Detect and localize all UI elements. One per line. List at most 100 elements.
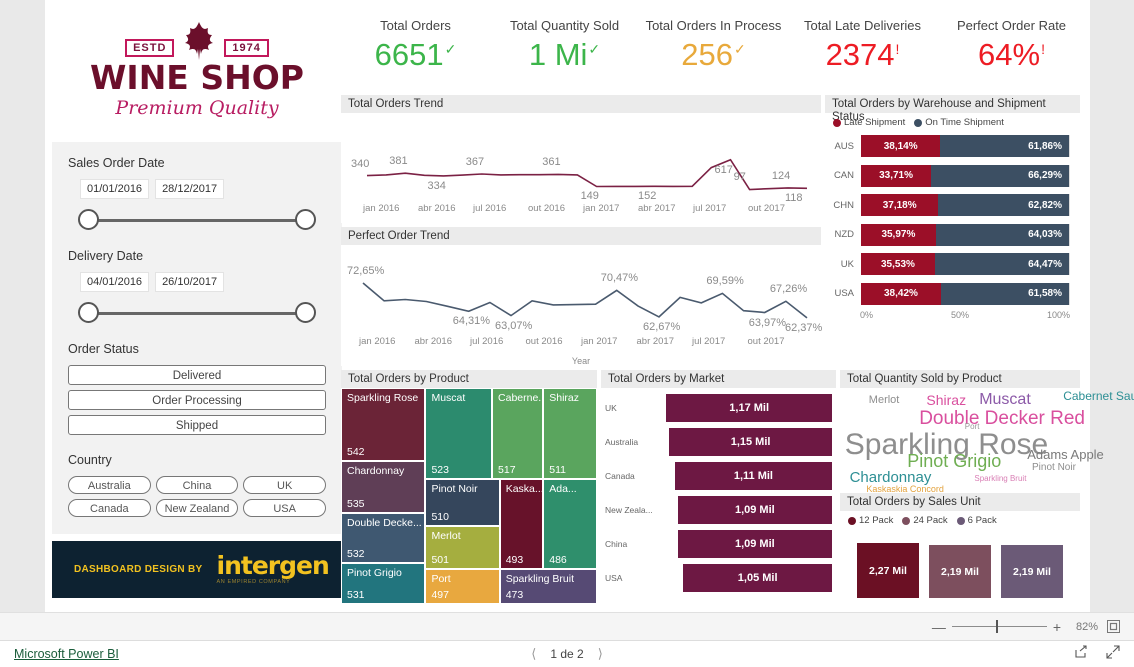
order-status-option-shipped[interactable]: Shipped: [68, 415, 326, 435]
late-shipment-segment[interactable]: 38,14%: [861, 135, 941, 157]
sales-unit-bar[interactable]: 2,19 Mil: [1001, 545, 1063, 598]
wordcloud-word[interactable]: Sparkling Bruit: [974, 474, 1026, 483]
sales-order-date-start[interactable]: 01/01/2016: [80, 179, 150, 199]
sales-unit-bar[interactable]: 2,19 Mil: [929, 545, 991, 598]
wordcloud-word[interactable]: Double Decker Red: [919, 408, 1085, 430]
legend-item[interactable]: 6 Pack: [956, 515, 997, 526]
treemap-tile[interactable]: Shiraz 511: [543, 388, 597, 479]
market-bars[interactable]: UK 1,17 Mil Australia 1,15 Mil Canada 1,11 Mi…: [601, 388, 836, 593]
treemap-tile[interactable]: Ada... 486: [543, 478, 597, 570]
kpi-card-1[interactable]: Total Orders 6651✓: [341, 8, 490, 90]
treemap-tile[interactable]: Merlot 501: [425, 526, 500, 570]
product-treemap[interactable]: Sparkling Rose 542 Chardonnay 535 Double Dec…: [341, 388, 597, 604]
on-time-shipment-segment[interactable]: 64,03%: [935, 223, 1069, 246]
wordcloud-word[interactable]: Port: [965, 422, 980, 431]
perfect-order-trend-chart[interactable]: 72,65% 64,31% 63,07% 70,47% 62,67% 69,59% 63,9…: [341, 245, 822, 366]
legend-item[interactable]: Late Shipment: [833, 117, 905, 128]
treemap-tile[interactable]: Chardonnay 535: [341, 461, 426, 514]
warehouse-bar-row[interactable]: NZD 35,97% 64,03%: [833, 222, 1070, 248]
warehouse-bar-row[interactable]: CAN 33,71% 66,29%: [833, 163, 1070, 189]
warehouse-bar-row[interactable]: USA 38,42% 61,58%: [833, 281, 1070, 307]
kpi-card-4[interactable]: Total Late Deliveries 2374!: [788, 8, 937, 90]
on-time-shipment-segment[interactable]: 64,47%: [934, 253, 1069, 275]
delivery-date-start[interactable]: 04/01/2016: [80, 272, 150, 292]
country-option-usa[interactable]: USA: [243, 499, 326, 517]
country-option-uk[interactable]: UK: [243, 476, 326, 494]
country-option-canada[interactable]: Canada: [68, 499, 151, 517]
treemap-tile[interactable]: Kaska... 493: [499, 478, 544, 570]
zoom-slider-handle[interactable]: [995, 619, 999, 633]
market-bar-row[interactable]: New Zeala... 1,09 Mil: [605, 494, 832, 525]
market-bar[interactable]: 1,11 Mil: [674, 461, 832, 490]
chevron-left-icon[interactable]: ⟨: [531, 646, 536, 662]
kpi-card-5[interactable]: Perfect Order Rate 64%!: [937, 8, 1086, 90]
order-status-option-order-processing[interactable]: Order Processing: [68, 390, 326, 410]
treemap-tile[interactable]: Sparkling Bruit 473: [499, 569, 597, 604]
on-time-shipment-segment[interactable]: 61,58%: [940, 282, 1069, 305]
wordcloud-word[interactable]: Adams Apple: [1027, 447, 1104, 462]
warehouse-bar-row[interactable]: UK 35,53% 64,47%: [833, 251, 1070, 277]
wordcloud-word[interactable]: Merlot: [869, 394, 900, 406]
market-bar-row[interactable]: China 1,09 Mil: [605, 528, 832, 559]
treemap-tile[interactable]: Caberne... 517: [492, 388, 544, 479]
total-orders-trend-chart[interactable]: 340 381 334 367 361 149 152 617 97 124 118 jan 2016…: [341, 113, 821, 223]
plus-icon[interactable]: +: [1053, 619, 1061, 635]
country-option-australia[interactable]: Australia: [68, 476, 151, 494]
wordcloud-word[interactable]: Shiraz: [926, 392, 966, 408]
treemap-tile[interactable]: Pinot Noir 510: [425, 478, 500, 527]
late-shipment-segment[interactable]: 38,42%: [861, 282, 941, 305]
legend-item[interactable]: On Time Shipment: [914, 117, 1004, 128]
legend-item[interactable]: 12 Pack: [848, 515, 893, 526]
fullscreen-icon[interactable]: [1107, 620, 1120, 633]
treemap-tile[interactable]: Pinot Grigio 531: [341, 562, 426, 604]
warehouse-bar-row[interactable]: AUS 38,14% 61,86%: [833, 133, 1070, 159]
expand-icon[interactable]: [1106, 644, 1120, 664]
delivery-date-slider[interactable]: [76, 298, 318, 328]
on-time-shipment-segment[interactable]: 66,29%: [931, 164, 1069, 187]
slider-handle-min[interactable]: [78, 302, 99, 323]
delivery-date-end[interactable]: 26/10/2017: [155, 272, 225, 292]
market-bar[interactable]: 1,09 Mil: [677, 529, 832, 558]
microsoft-power-bi-link[interactable]: Microsoft Power BI: [14, 647, 119, 661]
on-time-shipment-segment[interactable]: 62,82%: [938, 194, 1069, 216]
sales-unit-bar[interactable]: 2,27 Mil: [857, 543, 919, 598]
kpi-card-3[interactable]: Total Orders In Process 256✓: [639, 8, 788, 90]
chevron-right-icon[interactable]: ⟩: [598, 646, 603, 662]
share-icon[interactable]: [1074, 644, 1088, 664]
on-time-shipment-segment[interactable]: 61,86%: [940, 135, 1069, 157]
slider-handle-max[interactable]: [295, 209, 316, 230]
wordcloud-word[interactable]: Muscat: [979, 391, 1031, 409]
late-shipment-segment[interactable]: 37,18%: [861, 194, 939, 216]
zoom-slider-track[interactable]: [951, 619, 1047, 633]
market-bar-row[interactable]: Australia 1,15 Mil: [605, 426, 832, 457]
warehouse-bars[interactable]: AUS 38,14% 61,86% CAN 33,71% 66,29% CHN 37,18% 6…: [825, 130, 1080, 307]
treemap-tile[interactable]: Double Decke... 532: [341, 513, 426, 563]
market-bar[interactable]: 1,09 Mil: [677, 495, 832, 524]
market-bar[interactable]: 1,05 Mil: [683, 563, 832, 592]
late-shipment-segment[interactable]: 33,71%: [861, 164, 932, 187]
treemap-tile[interactable]: Port 497: [425, 569, 500, 604]
sales-order-date-end[interactable]: 28/12/2017: [155, 179, 225, 199]
treemap-tile[interactable]: Muscat 523: [425, 388, 493, 479]
order-status-option-delivered[interactable]: Delivered: [68, 365, 326, 385]
sales-unit-bars[interactable]: 2,27 Mil 2,19 Mil 2,19 Mil: [840, 540, 1080, 598]
late-shipment-segment[interactable]: 35,53%: [861, 253, 935, 275]
country-option-new-zealand[interactable]: New Zealand: [155, 499, 239, 517]
slider-handle-max[interactable]: [295, 302, 316, 323]
market-bar[interactable]: 1,15 Mil: [669, 427, 832, 456]
market-bar-row[interactable]: USA 1,05 Mil: [605, 562, 832, 593]
zoom-slider[interactable]: — +: [932, 619, 1061, 635]
market-bar-row[interactable]: Canada 1,11 Mil: [605, 460, 832, 491]
wordcloud-word[interactable]: Cabernet Sauvignon: [1063, 389, 1134, 403]
product-wordcloud[interactable]: Sparkling Rose Double Decker Red Pinot Gri…: [840, 388, 1134, 494]
treemap-tile[interactable]: Sparkling Rose 542: [341, 388, 426, 462]
minus-icon[interactable]: —: [932, 620, 946, 634]
warehouse-bar-row[interactable]: CHN 37,18% 62,82%: [833, 192, 1070, 218]
country-option-china[interactable]: China: [155, 476, 239, 494]
market-bar[interactable]: 1,17 Mil: [666, 393, 832, 422]
sales-order-date-slider[interactable]: [76, 205, 318, 235]
wordcloud-word[interactable]: Pinot Noir: [1032, 462, 1076, 473]
late-shipment-segment[interactable]: 35,97%: [861, 223, 936, 246]
market-bar-row[interactable]: UK 1,17 Mil: [605, 392, 832, 423]
slider-handle-min[interactable]: [78, 209, 99, 230]
